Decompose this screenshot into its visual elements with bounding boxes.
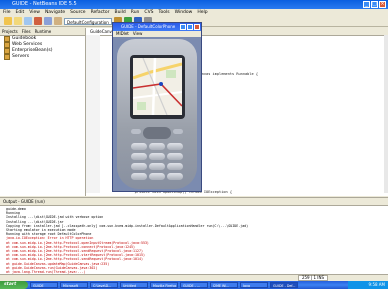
menu-run[interactable]: Run [131,9,140,16]
menu-tools[interactable]: Tools [159,9,170,16]
output-title: Output - GUIDE (run) [0,198,388,206]
phone-screen-frame [130,55,185,119]
menu-navigate[interactable]: Navigate [45,9,65,16]
taskbar-item[interactable]: GUIDE [30,282,58,288]
ide-title: GUIDE - NetBeans IDE 5.5 [12,1,77,7]
key-1[interactable] [131,143,147,150]
menu-bar: File Edit View Navigate Source Refactor Build R… [0,9,388,16]
phone-body [117,39,197,189]
maximize-icon[interactable]: □ [371,1,378,8]
tree-item-label: Servers [12,54,30,59]
tree-item[interactable]: Servers [0,54,85,60]
projects-tabs: Projects Files Runtime [0,28,85,36]
start-button[interactable]: start [0,281,28,289]
emulator-menu: MIDlet View [113,31,201,37]
taskbar-item[interactable]: GUIDE - ... [180,282,208,288]
key-hash[interactable] [167,173,183,180]
emulator-menu-midlet[interactable]: MIDlet [116,31,129,37]
phone-screen[interactable] [133,58,182,115]
status-bar: 259 | 1 INS [0,274,388,281]
taskbar-item[interactable]: GUIDE - Def... [270,282,298,288]
taskbar-item[interactable]: Microsoft [60,282,88,288]
key-star[interactable] [131,173,147,180]
key-4[interactable] [131,153,147,160]
open-project-icon[interactable] [14,17,22,25]
projects-panel: Projects Files Runtime Guidebook Web Servic… [0,28,86,196]
clock: 9:58 AM [368,282,385,287]
ide-title-bar: GUIDE - NetBeans IDE 5.5 _ □ × [0,0,388,9]
key-3[interactable] [167,143,183,150]
system-tray: 9:58 AM [348,281,388,289]
editor-gutter [86,35,100,193]
left-soft-key[interactable] [131,129,141,134]
phone-nav-pad[interactable] [143,127,171,139]
menu-cvs[interactable]: CVS [144,9,153,16]
output-console[interactable]: guide-demo Running Installing ...\dist\GUI… [0,206,388,283]
paste-icon[interactable] [54,17,62,25]
key-0[interactable] [149,173,165,180]
taskbar-item[interactable]: Mozilla Firefox [150,282,178,288]
tab-files[interactable]: Files [22,28,31,35]
menu-refactor[interactable]: Refactor [91,9,110,16]
emulator-window[interactable]: GUIDE - DefaultColorPhone MIDlet View [112,22,202,192]
configuration-combo[interactable]: DefaultConfiguration [64,17,112,25]
emulator-close-icon[interactable] [194,24,200,30]
map-image [133,58,182,115]
key-9[interactable] [167,163,183,170]
key-5[interactable] [149,153,165,160]
key-2[interactable] [149,143,165,150]
taskbar-items: GUIDE Microsoft C:\Java\D... Untitled Mozill… [30,282,298,288]
emulator-title-bar[interactable]: GUIDE - DefaultColorPhone [113,23,201,31]
copy-icon[interactable] [44,17,52,25]
menu-file[interactable]: File [3,9,11,16]
menu-view[interactable]: View [29,9,40,16]
close-icon[interactable]: × [379,1,386,8]
taskbar-item[interactable]: C:\Java\D... [90,282,118,288]
emulator-maximize-icon[interactable] [187,24,193,30]
taskbar: start GUIDE Microsoft C:\Java\D... Untitled… [0,281,388,289]
editor-scrollbar[interactable] [384,35,388,193]
taskbar-item[interactable]: J2ME Wi... [210,282,238,288]
emulator-menu-view[interactable]: View [133,31,143,37]
emulator-minimize-icon[interactable] [180,24,186,30]
new-project-icon[interactable] [4,17,12,25]
menu-source[interactable]: Source [70,9,85,16]
menu-edit[interactable]: Edit [16,9,25,16]
key-8[interactable] [149,163,165,170]
folder-icon [4,54,10,60]
save-icon[interactable] [24,17,32,25]
menu-help[interactable]: Help [197,9,207,16]
taskbar-item[interactable]: Java [240,282,268,288]
taskbar-item[interactable]: Untitled [120,282,148,288]
tab-projects[interactable]: Projects [2,28,18,35]
project-tree: Guidebook Web Services EnterpriseBean(s) Se… [0,36,85,60]
minimize-icon[interactable]: _ [363,1,370,8]
cut-icon[interactable] [34,17,42,25]
menu-window[interactable]: Window [175,9,193,16]
menu-build[interactable]: Build [114,9,125,16]
key-7[interactable] [131,163,147,170]
output-panel: Output - GUIDE (run) guide-demo Running In… [0,197,388,282]
emulator-title: GUIDE - DefaultColorPhone [121,24,176,29]
key-6[interactable] [167,153,183,160]
phone-keypad [131,143,183,181]
right-soft-key[interactable] [173,129,183,134]
tab-runtime[interactable]: Runtime [35,28,52,35]
